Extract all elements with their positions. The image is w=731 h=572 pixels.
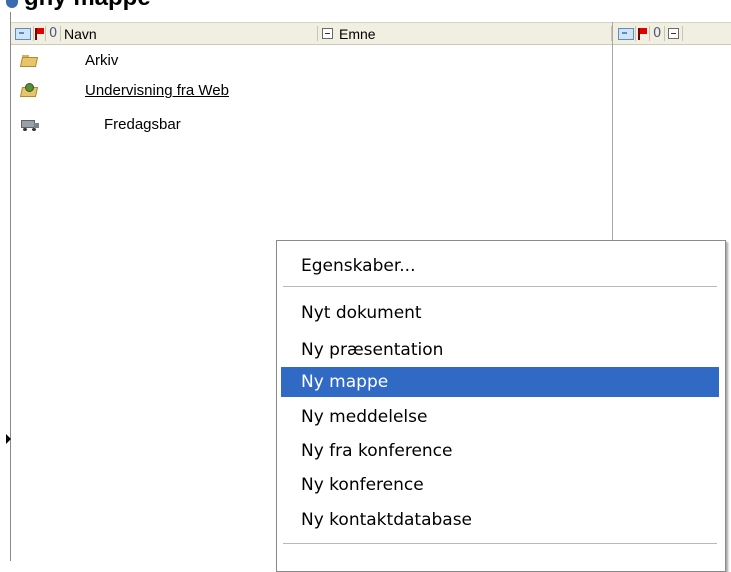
header-separator — [649, 26, 650, 41]
column-subject-header[interactable]: Emne — [322, 24, 376, 43]
list-item[interactable]: Arkiv — [11, 50, 611, 72]
menu-item-new-contact-database[interactable]: Ny kontaktdatabase — [281, 505, 719, 535]
list-item-label: Arkiv — [85, 52, 119, 69]
card-column-icon-right[interactable] — [618, 24, 634, 43]
title-icon — [6, 0, 18, 8]
column-name-header[interactable]: Navn — [64, 24, 97, 43]
card-column-icon[interactable] — [15, 24, 31, 43]
header-separator — [45, 26, 46, 41]
menu-separator — [283, 286, 717, 290]
menu-item-new-document[interactable]: Nyt dokument — [281, 298, 719, 328]
column-header: 0 Navn Emne 0 — [11, 22, 731, 45]
column-name-label: Navn — [64, 25, 97, 42]
list-item[interactable]: Undervisning fra Web — [11, 80, 611, 102]
collapse-icon-right[interactable] — [668, 24, 679, 43]
list-item-label[interactable]: Undervisning fra Web — [85, 82, 229, 99]
menu-item-new-folder[interactable]: Ny mappe — [281, 367, 719, 397]
attachment-column-icon[interactable]: 0 — [49, 24, 57, 43]
list-item-label: Fredagsbar — [104, 116, 181, 133]
folder-icon — [19, 54, 39, 67]
attachment-column-icon-right[interactable]: 0 — [653, 24, 661, 43]
column-subject-label: Emne — [339, 25, 376, 42]
flag-column-icon[interactable] — [35, 24, 44, 43]
web-folder-icon — [19, 83, 39, 97]
header-separator — [60, 26, 61, 41]
window-title-strip: gny mappe — [0, 0, 731, 12]
window-title: gny mappe — [24, 0, 151, 12]
menu-item-new-from-conference[interactable]: Ny fra konference — [281, 436, 719, 466]
header-separator — [682, 26, 683, 41]
truck-icon — [21, 120, 39, 131]
list-item[interactable]: Fredagsbar — [11, 114, 611, 136]
header-separator — [664, 26, 665, 41]
context-menu: Egenskaber... Nyt dokument Ny præsentati… — [276, 240, 726, 572]
collapse-icon — [322, 28, 333, 39]
menu-item-properties[interactable]: Egenskaber... — [281, 251, 719, 281]
flag-column-icon-right[interactable] — [638, 24, 647, 43]
menu-item-new-conference[interactable]: Ny konference — [281, 470, 719, 500]
header-separator — [635, 26, 636, 41]
menu-item-new-presentation[interactable]: Ny præsentation — [281, 335, 719, 365]
menu-item-new-message[interactable]: Ny meddelelse — [281, 402, 719, 432]
row-pointer-icon — [6, 434, 11, 444]
menu-separator — [283, 543, 717, 547]
header-separator — [33, 26, 34, 41]
pane-divider[interactable] — [612, 22, 613, 242]
header-separator — [317, 26, 318, 41]
